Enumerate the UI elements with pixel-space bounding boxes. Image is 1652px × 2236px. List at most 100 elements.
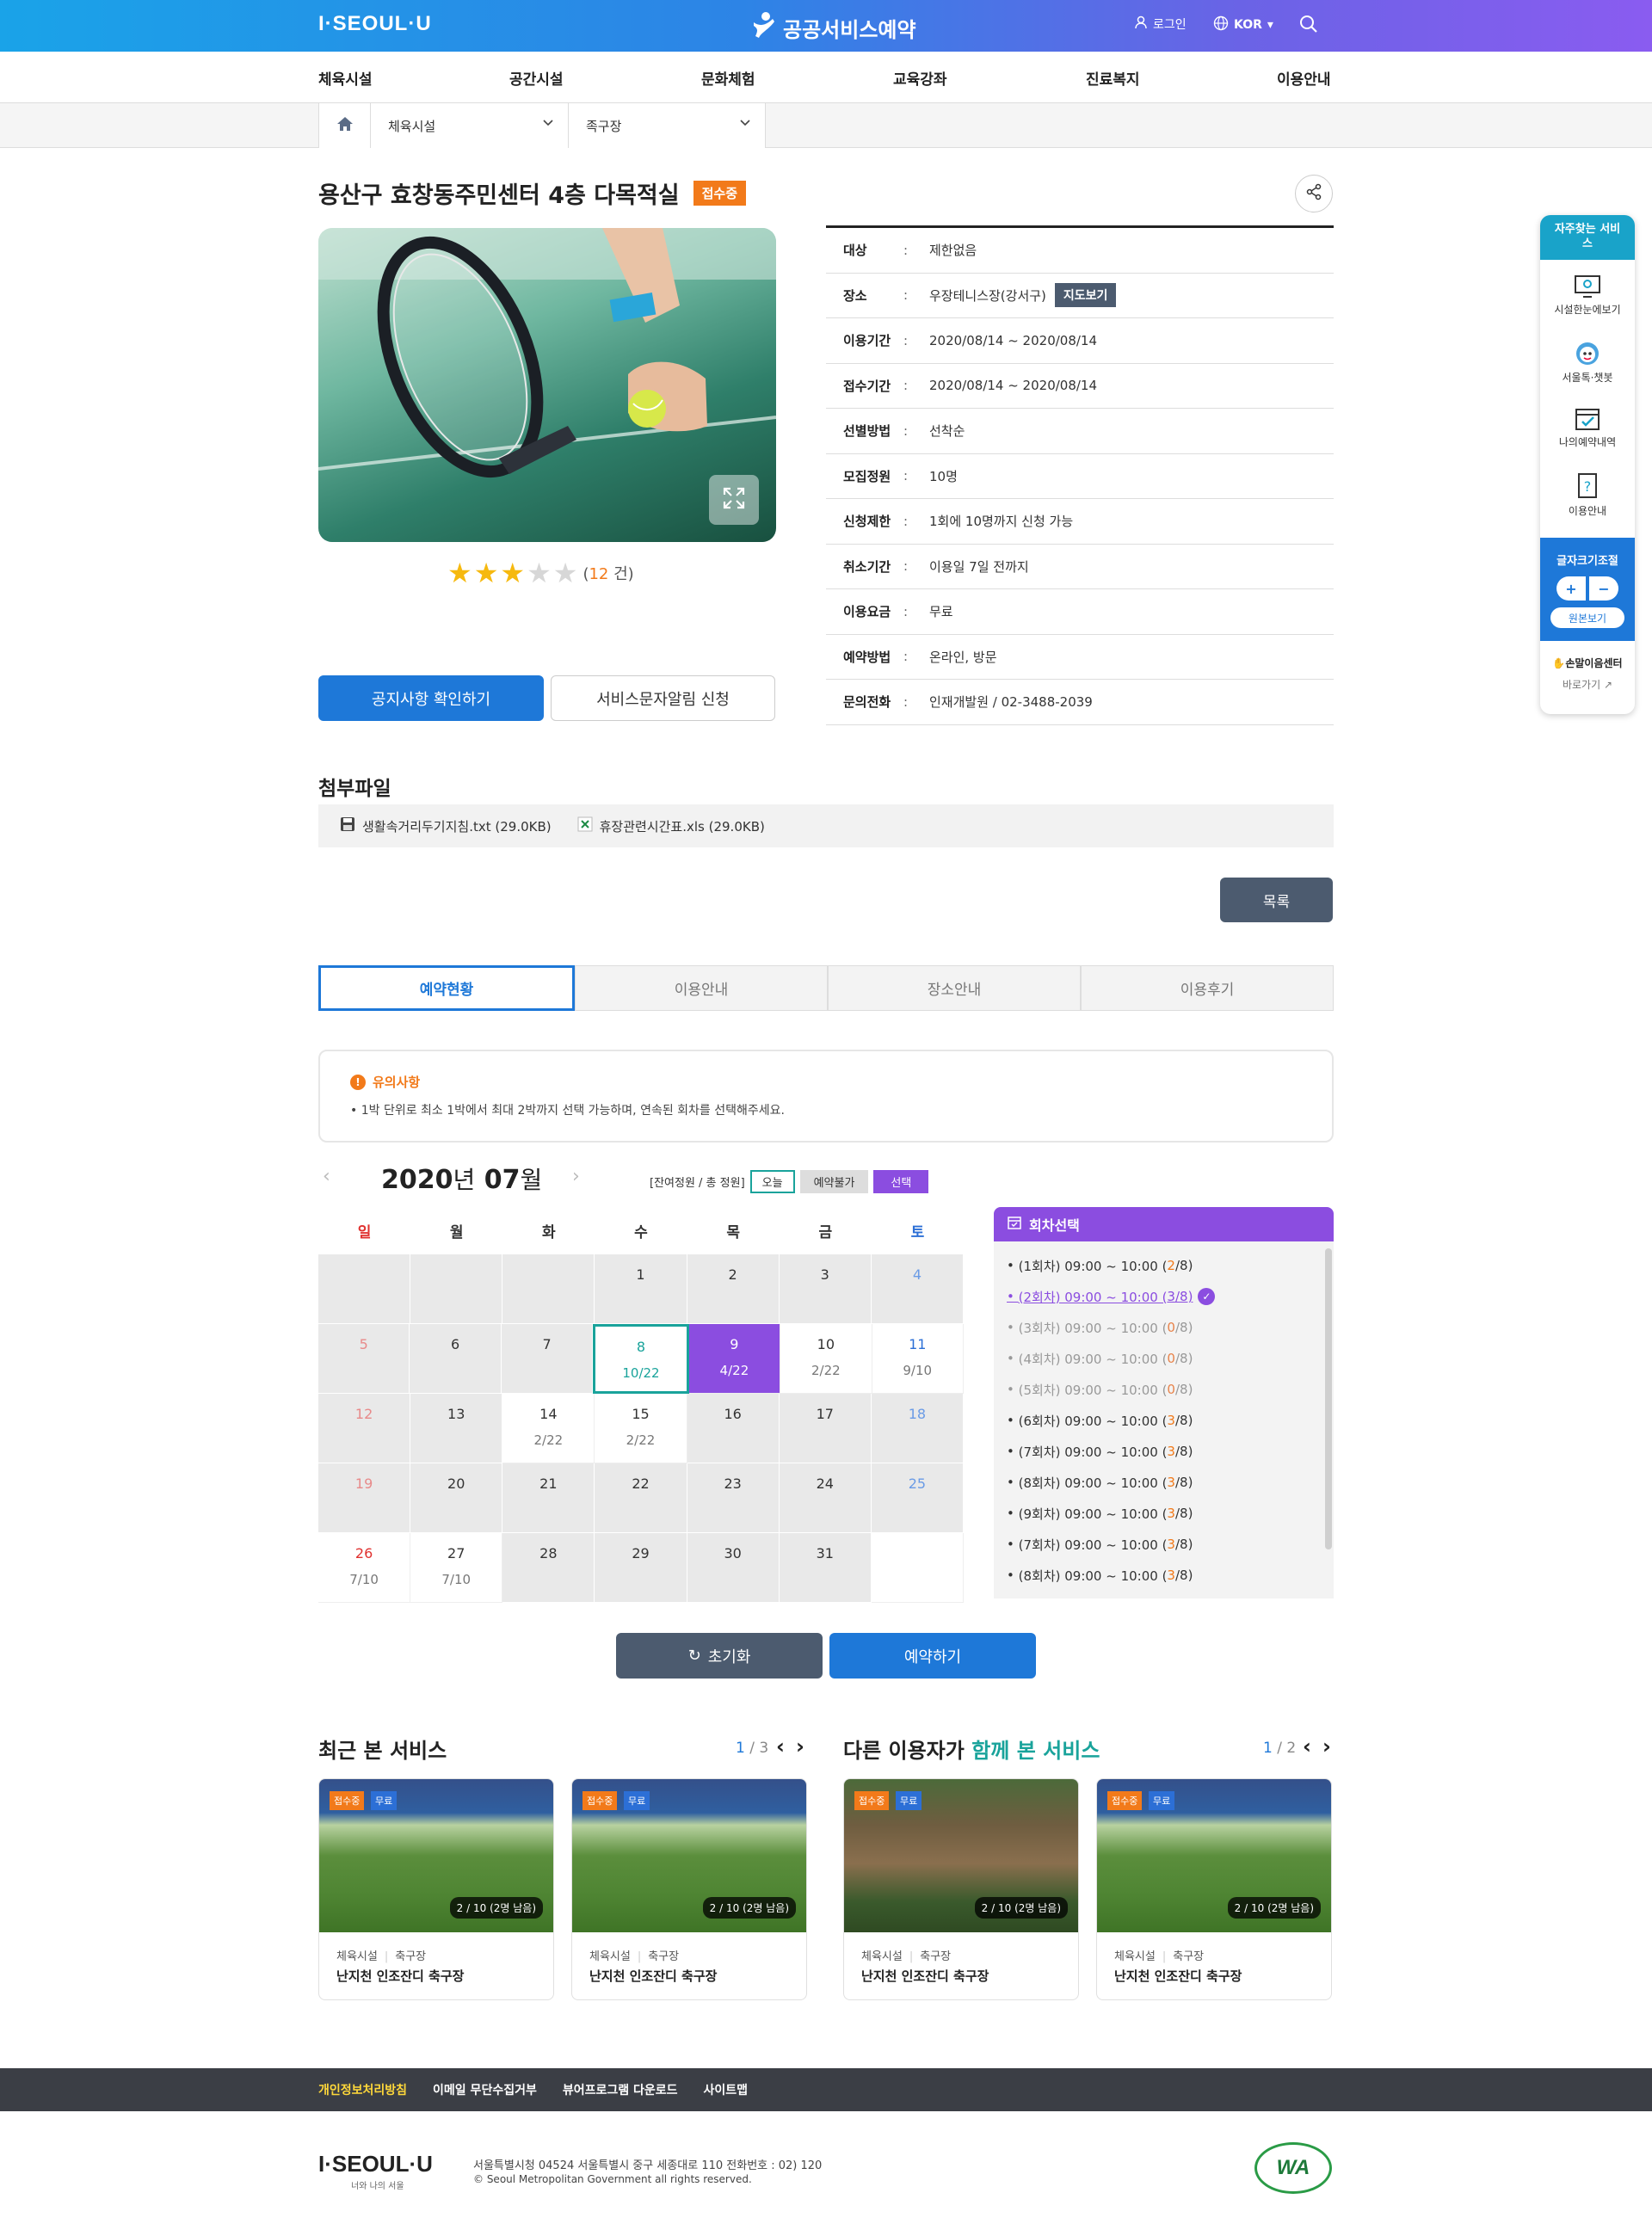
calendar-day[interactable]: 9 4/22	[688, 1324, 781, 1394]
nav-guide[interactable]: 이용안내	[1277, 67, 1331, 89]
day-number: 15	[632, 1406, 650, 1422]
info-value: 선착순	[929, 422, 965, 440]
calendar-day: 23	[687, 1463, 780, 1533]
service-card-image: 접수중 무료 2 / 10 (2명 남음)	[1097, 1779, 1331, 1932]
quick-usage-guide[interactable]: ? 이용안내	[1540, 471, 1635, 518]
breadcrumb-category-select[interactable]: 체육시설	[370, 103, 568, 148]
web-accessibility-mark: WA	[1254, 2142, 1332, 2194]
calendar-day[interactable]: 15 2/22	[595, 1394, 687, 1463]
footer-privacy-link[interactable]: 개인정보처리방침	[318, 2081, 407, 2098]
font-reset-button[interactable]: 원본보기	[1550, 607, 1624, 628]
session-item[interactable]: • (1회차) 09:00 ~ 10:00 (2/8)	[1007, 1250, 1321, 1281]
main-navigation: 체육시설 공간시설 문화체험 교육강좌 진료복지 이용안내	[0, 52, 1652, 103]
session-item: • (4회차) 09:00 ~ 10:00 (0/8)	[1007, 1343, 1321, 1374]
seoul-logo[interactable]: I·SEOUL·U	[318, 12, 432, 36]
prev-month-button[interactable]: ‹	[323, 1166, 330, 1187]
others-prev-button[interactable]: ‹	[1303, 1734, 1311, 1759]
login-link[interactable]: 로그인	[1134, 15, 1187, 33]
attachment-txt[interactable]: 생활속거리두기지침.txt (29.0KB)	[340, 816, 552, 835]
session-item[interactable]: • (7회차) 09:00 ~ 10:00 (3/8)	[1007, 1529, 1321, 1560]
recent-pager: 1 / 3	[736, 1740, 769, 1757]
font-increase-button[interactable]: +	[1556, 576, 1586, 601]
session-item[interactable]: • (8회차) 09:00 ~ 10:00 (3/8)	[1007, 1467, 1321, 1498]
service-card[interactable]: 접수중 무료 2 / 10 (2명 남음) 체육시설 | 축구장 난지천 인조잔디 축구장	[571, 1778, 807, 2000]
recent-services-title: 최근 본 서비스	[318, 1739, 447, 1763]
reset-button[interactable]: ↻ 초기화	[616, 1633, 823, 1679]
recent-prev-button[interactable]: ‹	[776, 1734, 785, 1759]
category-label: 체육시설	[861, 1950, 903, 1963]
calendar-day[interactable]: 14 2/22	[502, 1394, 595, 1463]
session-remaining: 0	[1167, 1382, 1175, 1397]
font-decrease-button[interactable]: −	[1589, 576, 1618, 601]
nav-sports[interactable]: 체육시설	[318, 67, 373, 89]
session-scrollbar[interactable]	[1325, 1248, 1332, 1549]
calendar-day: 7	[501, 1324, 594, 1394]
quick-seoul-talk[interactable]: 서울톡·챗봇	[1540, 340, 1635, 385]
session-item[interactable]: • (9회차) 09:00 ~ 10:00 (3/8)	[1007, 1498, 1321, 1529]
calendar-empty-cell[interactable]	[871, 1533, 964, 1603]
attachment-xls[interactable]: 휴장관련시간표.xls (29.0KB)	[577, 816, 765, 835]
session-item[interactable]: • (2회차) 09:00 ~ 10:00 (3/8) ✓	[1007, 1281, 1321, 1312]
tab-reservation-status[interactable]: 예약현황	[318, 965, 575, 1011]
nav-education[interactable]: 교육강좌	[893, 67, 947, 89]
service-card-category: 체육시설 | 축구장	[589, 1947, 679, 1963]
reserve-button[interactable]: 예약하기	[829, 1633, 1036, 1679]
session-remaining: 3	[1167, 1537, 1175, 1552]
quick-facility-overview[interactable]: 시설한눈에보기	[1540, 274, 1635, 317]
notice-check-button[interactable]: 공지사항 확인하기	[318, 675, 544, 721]
home-button[interactable]	[318, 103, 370, 148]
day-capacity: 7/10	[441, 1572, 472, 1587]
session-time: (8회차) 09:00 ~ 10:00 (	[1018, 1475, 1168, 1491]
nav-culture[interactable]: 문화체험	[701, 67, 755, 89]
calendar-day[interactable]: 8 10/22	[593, 1324, 689, 1394]
calendar-month: 07	[484, 1165, 521, 1195]
calendar-day: 17	[779, 1394, 872, 1463]
calendar-day[interactable]: 27 7/10	[410, 1533, 503, 1603]
bullet: •	[1007, 1382, 1019, 1397]
day-number: 16	[724, 1406, 742, 1422]
footer-viewer-link[interactable]: 뷰어프로그램 다운로드	[563, 2081, 678, 2098]
service-card-name: 난지천 인조잔디 축구장	[1114, 1968, 1242, 1984]
service-card[interactable]: 접수중 무료 2 / 10 (2명 남음) 체육시설 | 축구장 난지천 인조잔디 축구장	[843, 1778, 1079, 2000]
tab-usage-guide[interactable]: 이용안내	[575, 965, 828, 1011]
calendar-day: 31	[779, 1533, 872, 1603]
tab-location[interactable]: 장소안내	[828, 965, 1081, 1011]
session-time: (3회차) 09:00 ~ 10:00 (	[1018, 1320, 1168, 1336]
next-month-button[interactable]: ›	[572, 1166, 580, 1187]
footer-email-link[interactable]: 이메일 무단수집거부	[433, 2081, 537, 2098]
nav-space[interactable]: 공간시설	[509, 67, 564, 89]
calendar-week: 19 20 21 22 23 24 25	[318, 1463, 964, 1533]
session-item[interactable]: • (7회차) 09:00 ~ 10:00 (3/8)	[1007, 1436, 1321, 1467]
recent-next-button[interactable]: ›	[796, 1734, 804, 1759]
service-card[interactable]: 접수중 무료 2 / 10 (2명 남음) 체육시설 | 축구장 난지천 인조잔디 축구장	[1096, 1778, 1332, 2000]
service-card[interactable]: 접수중 무료 2 / 10 (2명 남음) 체육시설 | 축구장 난지천 인조잔디 축구장	[318, 1778, 554, 2000]
session-item[interactable]: • (6회차) 09:00 ~ 10:00 (3/8)	[1007, 1405, 1321, 1436]
sign-language-center-link[interactable]: ✋손말이음센터 바로가기 ↗	[1540, 656, 1635, 692]
info-value: 이용일 7일 전까지	[929, 557, 1029, 576]
chevron-down-icon	[739, 117, 751, 132]
session-item[interactable]: • (8회차) 09:00 ~ 10:00 (3/8)	[1007, 1560, 1321, 1591]
breadcrumb-sub-select[interactable]: 족구장	[568, 103, 766, 148]
list-button[interactable]: 목록	[1220, 878, 1333, 922]
session-total: /8)	[1174, 1506, 1193, 1521]
calendar-day[interactable]: 11 9/10	[872, 1324, 964, 1394]
expand-photo-button[interactable]	[709, 475, 759, 525]
calendar-day: 30	[687, 1533, 780, 1603]
service-logo[interactable]: 공공서비스예약	[749, 10, 916, 45]
search-button[interactable]	[1299, 15, 1318, 37]
nav-medical[interactable]: 진료복지	[1086, 67, 1140, 89]
language-select[interactable]: KOR ▾	[1213, 15, 1273, 34]
quick-my-reservations[interactable]: 나의예약내역	[1540, 406, 1635, 449]
tab-reviews[interactable]: 이용후기	[1081, 965, 1334, 1011]
footer-sitemap-link[interactable]: 사이트맵	[704, 2081, 749, 2098]
sms-alert-button[interactable]: 서비스문자알림 신청	[551, 675, 775, 721]
calendar-day[interactable]: 26 7/10	[318, 1533, 411, 1603]
share-button[interactable]	[1295, 175, 1333, 213]
others-pager: 1 / 2	[1263, 1740, 1297, 1757]
footer-logo: I·SEOUL·U	[318, 2151, 433, 2177]
calendar-day[interactable]: 10 2/22	[780, 1324, 872, 1394]
others-next-button[interactable]: ›	[1322, 1734, 1331, 1759]
chatbot-icon	[1540, 340, 1635, 370]
map-view-button[interactable]: 지도보기	[1054, 283, 1117, 308]
rating-stars: ★ ★ ★ ★ ★	[447, 559, 577, 587]
